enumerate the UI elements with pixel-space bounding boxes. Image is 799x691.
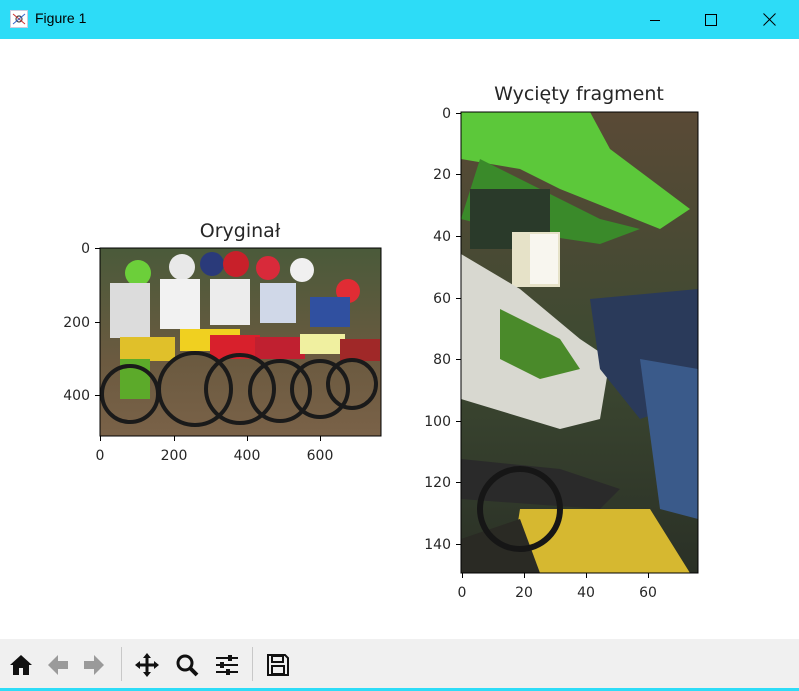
minimize-button[interactable] <box>632 0 678 39</box>
close-button[interactable] <box>746 0 792 39</box>
save-icon <box>267 654 289 676</box>
forward-arrow-icon <box>84 655 104 675</box>
configure-subplots-button[interactable] <box>210 647 244 683</box>
figure-app-icon <box>10 10 28 28</box>
cropped-y-tick-label: 140 <box>424 537 451 553</box>
back-arrow-icon <box>48 655 68 675</box>
original-y-tick-label: 0 <box>81 241 90 257</box>
save-button[interactable] <box>261 647 295 683</box>
cropped-plot-title: Wycięty fragment <box>494 83 664 105</box>
home-icon <box>10 655 32 675</box>
original-y-tick-label: 400 <box>63 388 90 404</box>
configure-subplots-icon <box>216 655 238 675</box>
cropped-y-tick-label: 0 <box>442 106 451 122</box>
cropped-x-tick-label: 20 <box>515 585 533 601</box>
back-button[interactable] <box>41 647 75 683</box>
original-plot-title: Oryginał <box>200 220 281 242</box>
home-button[interactable] <box>4 647 38 683</box>
pan-button[interactable] <box>130 647 164 683</box>
cropped-y-tick-label: 80 <box>433 352 451 368</box>
minimize-icon <box>650 19 660 21</box>
original-x-tick-label: 0 <box>96 448 105 464</box>
original-x-tick-label: 400 <box>234 448 261 464</box>
cropped-image <box>461 112 698 573</box>
zoom-button[interactable] <box>170 647 204 683</box>
cropped-y-tick-label: 40 <box>433 229 451 245</box>
forward-button[interactable] <box>77 647 111 683</box>
navigation-toolbar <box>0 639 799 688</box>
title-bar[interactable]: Figure 1 <box>0 0 799 39</box>
original-y-tick-label: 200 <box>63 315 90 331</box>
toolbar-separator <box>121 647 122 681</box>
window-title: Figure 1 <box>35 10 87 26</box>
cropped-x-tick-label: 60 <box>639 585 657 601</box>
cropped-x-tick-label: 0 <box>458 585 467 601</box>
cropped-y-tick-label: 120 <box>424 475 451 491</box>
original-image <box>100 248 381 436</box>
cropped-y-tick-label: 60 <box>433 291 451 307</box>
cropped-y-tick-label: 20 <box>433 167 451 183</box>
original-x-tick-label: 600 <box>307 448 334 464</box>
cropped-y-tick-label: 100 <box>424 414 451 430</box>
toolbar-separator <box>252 647 253 681</box>
maximize-button[interactable] <box>688 0 734 39</box>
maximize-icon <box>705 13 717 26</box>
close-icon <box>762 13 776 26</box>
original-x-tick-label: 200 <box>161 448 188 464</box>
figure-canvas[interactable]: Oryginał 0 200 400 600 0 200 400 Wycięty… <box>0 39 799 639</box>
pan-icon <box>135 653 159 677</box>
cropped-x-tick-label: 40 <box>577 585 595 601</box>
zoom-icon <box>176 654 199 677</box>
